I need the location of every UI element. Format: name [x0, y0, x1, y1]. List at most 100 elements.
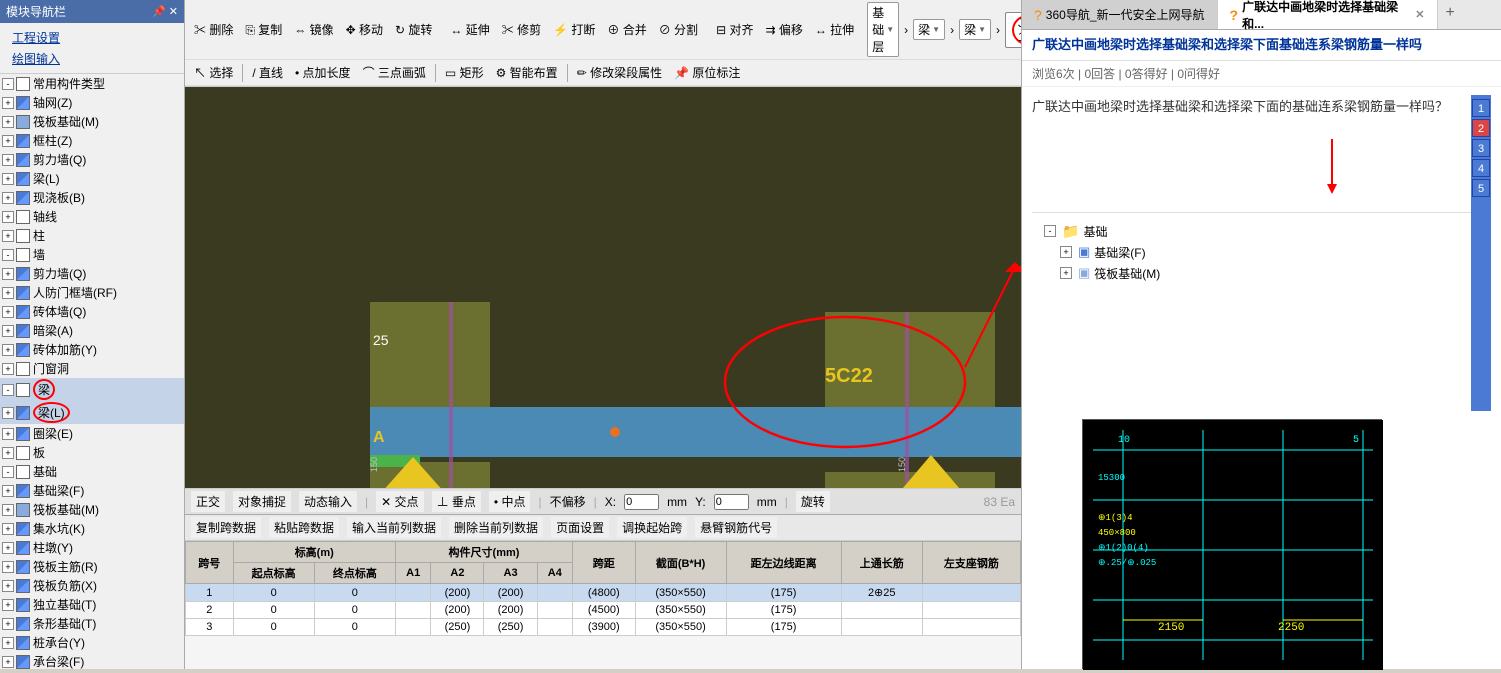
row3-end[interactable]: 0	[314, 619, 395, 636]
btn-stretch[interactable]: ↔ 拉伸	[810, 19, 859, 40]
expand-wall-door[interactable]: +	[2, 287, 14, 299]
row2-upbeam[interactable]	[841, 602, 922, 619]
row3-A3[interactable]: (250)	[484, 619, 537, 636]
expand-jichu-du[interactable]: +	[2, 599, 14, 611]
expand-common-types[interactable]: -	[2, 78, 14, 90]
tree-item-jichu-K[interactable]: + 集水坑(K)	[0, 519, 184, 538]
btn-midpoint[interactable]: • 中点	[489, 491, 531, 512]
tree-item-jichu[interactable]: - 基础	[0, 462, 184, 481]
btn-modify-beam[interactable]: ✏ 修改梁段属性	[572, 62, 667, 83]
tree-item-wall-rib[interactable]: + 砖体加筋(Y)	[0, 340, 184, 359]
row2-A3[interactable]: (200)	[484, 602, 537, 619]
expand-wall-rib[interactable]: +	[2, 344, 14, 356]
layer-dropdown[interactable]: 基础层 ▼	[867, 2, 899, 57]
row1-start[interactable]: 0	[233, 584, 314, 602]
sidebar-btn-4[interactable]: 4	[1472, 159, 1490, 177]
expand-jichu-K[interactable]: +	[2, 523, 14, 535]
row1-A3[interactable]: (200)	[484, 584, 537, 602]
tree-item-shear-wall2[interactable]: + 剪力墙(Q)	[0, 150, 184, 169]
tree-item-frame-col[interactable]: + 框柱(Z)	[0, 131, 184, 150]
expand-doorwin[interactable]: +	[2, 363, 14, 375]
expand-jichu-tiao[interactable]: +	[2, 618, 14, 630]
nav-close-btn[interactable]: ✕	[169, 5, 178, 18]
btn-extend[interactable]: ↔ 延伸	[445, 19, 494, 40]
tree-item-jichu-F[interactable]: + 基础梁(F)	[0, 481, 184, 500]
expand-jichu-F[interactable]: +	[2, 485, 14, 497]
row3-jiedian[interactable]: (350×550)	[635, 619, 726, 636]
expand-frame-col[interactable]: +	[2, 135, 14, 147]
expand-wall-shear[interactable]: +	[2, 268, 14, 280]
row2-jiedian[interactable]: (350×550)	[635, 602, 726, 619]
expand-jichu-tai[interactable]: +	[2, 637, 14, 649]
row3-upbeam[interactable]	[841, 619, 922, 636]
btn-rotate[interactable]: ↻ 旋转	[390, 19, 437, 40]
sidebar-btn-1[interactable]: 1	[1472, 99, 1490, 117]
expand-slab2[interactable]: +	[2, 192, 14, 204]
rtree-jichu-F[interactable]: + ▣ 基础梁(F)	[1040, 242, 1463, 263]
expand-wall-brick[interactable]: +	[2, 306, 14, 318]
tree-item-jichu-fu[interactable]: + 筏板负筋(X)	[0, 576, 184, 595]
row3-A2[interactable]: (250)	[431, 619, 484, 636]
tree-item-jichu-tai[interactable]: + 桩承台(Y)	[0, 633, 184, 652]
btn-copy[interactable]: ⎘ 复制	[240, 19, 287, 40]
expand-jichu-Y[interactable]: +	[2, 542, 14, 554]
expand-beam2[interactable]: +	[2, 173, 14, 185]
x-input[interactable]	[624, 494, 659, 510]
tree-item-col[interactable]: + 柱	[0, 226, 184, 245]
tab-add-btn[interactable]: +	[1438, 0, 1463, 29]
tab-glodon[interactable]: ? 广联达中画地梁时选择基础梁和... ✕	[1218, 0, 1438, 29]
row3-start[interactable]: 0	[233, 619, 314, 636]
btn-select[interactable]: ↖ 选择	[189, 62, 238, 83]
row1-kuhao[interactable]: 1	[186, 584, 234, 602]
tree-item-liang-ring[interactable]: + 圈梁(E)	[0, 424, 184, 443]
expand-liang-ring[interactable]: +	[2, 428, 14, 440]
expand-jichu-zhu[interactable]: +	[2, 561, 14, 573]
expand-jichu-ct[interactable]: +	[2, 656, 14, 668]
btn-perpendicular[interactable]: ⊥ 垂点	[432, 491, 481, 512]
row3-A1[interactable]	[395, 619, 430, 636]
row1-A4[interactable]	[537, 584, 572, 602]
expand-wall-dark[interactable]: +	[2, 325, 14, 337]
btn-rect[interactable]: ▭ 矩形	[440, 62, 489, 83]
row2-start[interactable]: 0	[233, 602, 314, 619]
tree-item-jichu-zhu[interactable]: + 筏板主筋(R)	[0, 557, 184, 576]
btn-page-setup[interactable]: 页面设置	[551, 517, 609, 538]
tree-item-wall[interactable]: - 墙	[0, 245, 184, 264]
row3-A4[interactable]	[537, 619, 572, 636]
expand-col[interactable]: +	[2, 230, 14, 242]
rtree-jichu-expand[interactable]: -	[1044, 225, 1056, 237]
tree-item-slab2[interactable]: + 现浇板(B)	[0, 188, 184, 207]
btn-split[interactable]: ⊘ 分割	[654, 19, 703, 40]
rtree-jichu-M-expand[interactable]: +	[1060, 267, 1072, 279]
rtree-jichu[interactable]: - 📁 基础	[1040, 221, 1463, 242]
btn-break[interactable]: ⚡ 打断	[548, 19, 600, 40]
row2-end[interactable]: 0	[314, 602, 395, 619]
tree-item-axis-net[interactable]: + 轴网(Z)	[0, 93, 184, 112]
expand-liang-L[interactable]: +	[2, 407, 14, 419]
row1-leftsupport[interactable]	[922, 584, 1020, 602]
tree-item-jichu-du[interactable]: + 独立基础(T)	[0, 595, 184, 614]
tree-item-common-types[interactable]: - 常用构件类型	[0, 74, 184, 93]
row3-juli[interactable]: (175)	[726, 619, 841, 636]
btn-offset[interactable]: ⇉ 偏移	[760, 19, 807, 40]
btn-input-col[interactable]: 输入当前列数据	[347, 517, 441, 538]
project-settings-link[interactable]: 工程设置	[8, 27, 176, 48]
expand-wall[interactable]: -	[2, 249, 14, 261]
row1-kujing[interactable]: (4800)	[572, 584, 635, 602]
tree-item-jichu-ct[interactable]: + 承台梁(F)	[0, 652, 184, 669]
tree-item-jichu-M[interactable]: + 筏板基础(M)	[0, 500, 184, 519]
tree-item-wall-brick[interactable]: + 砖体墙(Q)	[0, 302, 184, 321]
btn-smart-layout[interactable]: ⚙ 智能布置	[491, 62, 563, 83]
tree-item-jichu-Y[interactable]: + 柱墩(Y)	[0, 538, 184, 557]
layer2-dropdown[interactable]: 梁 ▼	[913, 19, 945, 40]
canvas-drawing-area[interactable]: 5C22 A 2 3 25 150 150	[185, 87, 1021, 488]
row1-jiedian[interactable]: (350×550)	[635, 584, 726, 602]
row3-leftsupport[interactable]	[922, 619, 1020, 636]
tree-item-axis[interactable]: + 轴线	[0, 207, 184, 226]
tree-item-jichu-tiao[interactable]: + 条形基础(T)	[0, 614, 184, 633]
btn-trim[interactable]: ✂ 修剪	[497, 19, 546, 40]
btn-paste-span[interactable]: 粘贴跨数据	[269, 517, 339, 538]
sidebar-btn-3[interactable]: 3	[1472, 139, 1490, 157]
row2-leftsupport[interactable]	[922, 602, 1020, 619]
tree-item-wall-door[interactable]: + 人防门框墙(RF)	[0, 283, 184, 302]
